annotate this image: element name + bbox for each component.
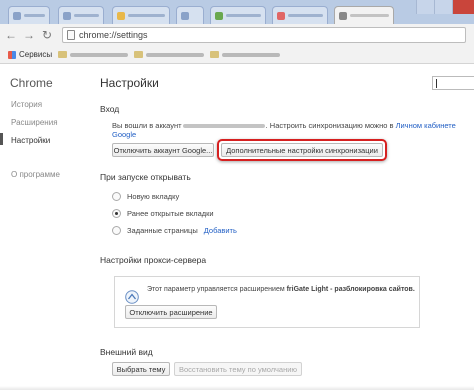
account-email-redacted bbox=[182, 124, 265, 129]
signin-text: Вы вошли в аккаунт. Настроить синхрониза… bbox=[112, 121, 456, 130]
address-bar-url: chrome://settings bbox=[79, 30, 148, 40]
extension-drop-icon bbox=[125, 290, 139, 304]
appearance-heading: Внешний вид bbox=[100, 347, 153, 357]
settings-sidebar: Chrome История Расширения Настройки О пр… bbox=[0, 64, 78, 390]
startup-option-specific-pages[interactable]: Заданные страницы Добавить bbox=[112, 226, 237, 235]
tab-strip bbox=[0, 0, 474, 24]
account-link-google[interactable]: Google bbox=[112, 130, 136, 139]
settings-search-input[interactable] bbox=[432, 76, 474, 90]
settings-main: Настройки Вход Вы вошли в аккаунт. Настр… bbox=[78, 64, 474, 390]
browser-tab[interactable] bbox=[210, 6, 266, 24]
folder-icon bbox=[134, 51, 144, 58]
extension-control-box: Этот параметр управляется расширением fr… bbox=[114, 276, 420, 328]
bookmarks-bar: Сервисы bbox=[0, 46, 474, 64]
browser-tab[interactable] bbox=[112, 6, 170, 24]
browser-tab[interactable] bbox=[272, 6, 328, 24]
tab-favicon-icon bbox=[181, 11, 189, 20]
browser-tab[interactable] bbox=[8, 6, 50, 24]
startup-heading: При запуске открывать bbox=[100, 172, 191, 182]
sidebar-active-indicator bbox=[0, 133, 3, 145]
address-bar[interactable]: chrome://settings bbox=[62, 27, 466, 43]
tab-favicon-icon bbox=[117, 11, 125, 20]
maximize-button[interactable] bbox=[434, 0, 452, 14]
tab-favicon-icon bbox=[277, 11, 285, 20]
sidebar-app-title: Chrome bbox=[10, 76, 53, 90]
apps-grid-icon bbox=[8, 50, 16, 59]
browser-toolbar: ← → ↻ chrome://settings bbox=[0, 24, 474, 46]
sidebar-item-extensions[interactable]: Расширения bbox=[11, 118, 58, 127]
window-controls bbox=[416, 0, 474, 14]
radio-button-selected[interactable] bbox=[112, 209, 121, 218]
bookmark-item[interactable] bbox=[58, 51, 129, 58]
bookmark-services-label: Сервисы bbox=[19, 50, 53, 59]
tab-favicon-icon bbox=[13, 11, 21, 20]
folder-icon bbox=[58, 51, 68, 58]
forward-arrow-icon[interactable]: → bbox=[22, 28, 36, 42]
settings-favicon-icon bbox=[339, 11, 347, 20]
page-shadow bbox=[0, 386, 474, 390]
folder-icon bbox=[210, 51, 220, 58]
close-window-button[interactable] bbox=[452, 0, 474, 14]
add-pages-link[interactable]: Добавить bbox=[204, 226, 237, 235]
page-icon bbox=[67, 30, 75, 40]
proxy-heading: Настройки прокси-сервера bbox=[100, 255, 207, 265]
bookmark-services[interactable]: Сервисы bbox=[8, 50, 52, 59]
startup-option-previous-tabs[interactable]: Ранее открытые вкладки bbox=[112, 209, 214, 218]
restore-default-theme-button[interactable]: Восстановить тему по умолчанию bbox=[174, 362, 302, 376]
sidebar-item-settings[interactable]: Настройки bbox=[11, 136, 50, 145]
back-arrow-icon[interactable]: ← bbox=[4, 28, 18, 42]
tab-favicon-icon bbox=[63, 11, 71, 20]
signin-heading: Вход bbox=[100, 104, 120, 114]
minimize-button[interactable] bbox=[416, 0, 434, 14]
choose-theme-button[interactable]: Выбрать тему bbox=[112, 362, 170, 376]
sidebar-item-history[interactable]: История bbox=[11, 100, 42, 109]
bookmark-item[interactable] bbox=[210, 51, 281, 58]
disable-extension-button[interactable]: Отключить расширение bbox=[125, 305, 217, 319]
tab-favicon-icon bbox=[215, 11, 223, 20]
browser-tab[interactable] bbox=[58, 6, 104, 24]
radio-button[interactable] bbox=[112, 226, 121, 235]
radio-button[interactable] bbox=[112, 192, 121, 201]
bookmark-item[interactable] bbox=[134, 51, 205, 58]
extension-controlled-message: Этот параметр управляется расширением fr… bbox=[147, 286, 415, 293]
sidebar-item-about[interactable]: О программе bbox=[11, 170, 60, 179]
browser-tab-active[interactable] bbox=[334, 6, 394, 24]
reload-icon[interactable]: ↻ bbox=[40, 28, 54, 42]
page-title: Настройки bbox=[100, 76, 159, 90]
disconnect-account-button[interactable]: Отключить аккаунт Google... bbox=[112, 143, 214, 157]
browser-tab[interactable] bbox=[176, 6, 204, 24]
startup-option-new-tab[interactable]: Новую вкладку bbox=[112, 192, 179, 201]
account-link[interactable]: Личном кабинете bbox=[396, 121, 456, 130]
advanced-sync-settings-button[interactable]: Дополнительные настройки синхронизации bbox=[221, 143, 383, 157]
